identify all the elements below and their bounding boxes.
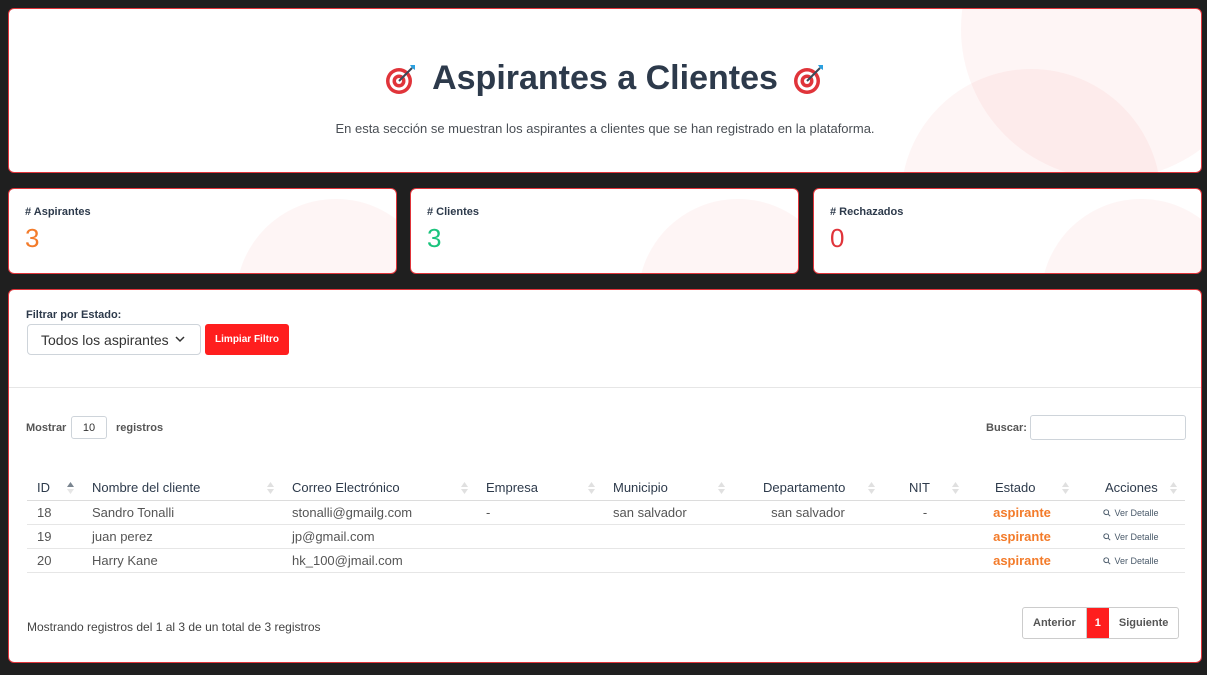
- cell-nit: [883, 548, 967, 573]
- cell-departamento: [733, 524, 883, 549]
- stat-value: 3: [25, 223, 40, 253]
- ver-detalle-link[interactable]: Ver Detalle: [1103, 507, 1159, 518]
- cell-nit: [883, 524, 967, 549]
- column-header-municipio[interactable]: Municipio: [603, 476, 733, 501]
- pagination-prev-button[interactable]: Anterior: [1023, 608, 1087, 638]
- column-header-acciones[interactable]: Acciones: [1077, 476, 1185, 501]
- sort-asc-icon: [67, 482, 74, 494]
- magnifier-icon: [1103, 556, 1112, 565]
- table-row: 19 juan perez jp@gmail.com aspirante Ver…: [27, 524, 1185, 549]
- column-header-nombre[interactable]: Nombre del cliente: [82, 476, 282, 501]
- table-header-row: ID Nombre del cliente Correo Electrónico…: [27, 476, 1185, 501]
- stat-label: # Aspirantes: [25, 206, 91, 218]
- cell-acciones: Ver Detalle: [1077, 500, 1185, 525]
- stat-label: # Clientes: [427, 206, 479, 218]
- column-header-estado[interactable]: Estado: [967, 476, 1077, 501]
- clear-filter-button[interactable]: Limpiar Filtro: [205, 324, 289, 355]
- stat-card-rechazados: # Rechazados 0: [813, 188, 1202, 274]
- column-header-id[interactable]: ID: [27, 476, 82, 501]
- page-length-select[interactable]: 10: [71, 416, 107, 439]
- cell-nombre: juan perez: [82, 524, 282, 549]
- stat-card-aspirantes: # Aspirantes 3: [8, 188, 397, 274]
- cell-correo: hk_100@jmail.com: [282, 548, 476, 573]
- cell-nombre: Sandro Tonalli: [82, 500, 282, 525]
- column-header-departamento[interactable]: Departamento: [733, 476, 883, 501]
- sort-arrows-icon: [461, 482, 468, 494]
- estado-filter-select[interactable]: Todos los aspirantes: [27, 324, 201, 355]
- stat-value: 0: [830, 223, 845, 253]
- stat-label: # Rechazados: [830, 206, 904, 218]
- sort-arrows-icon: [588, 482, 595, 494]
- cell-id: 20: [27, 548, 82, 573]
- cell-municipio: [603, 548, 733, 573]
- pagination-next-button[interactable]: Siguiente: [1109, 608, 1179, 638]
- cell-id: 18: [27, 500, 82, 525]
- decorative-shape: [638, 199, 798, 273]
- length-prefix: Mostrar: [26, 422, 67, 434]
- table-card: Filtrar por Estado: Todos los aspirantes…: [8, 289, 1202, 663]
- cell-acciones: Ver Detalle: [1077, 524, 1185, 549]
- page-title-row: Aspirantes a Clientes: [9, 59, 1201, 98]
- cell-acciones: Ver Detalle: [1077, 548, 1185, 573]
- header-card: Aspirantes a Clientes En esta sección se…: [8, 8, 1202, 173]
- ver-detalle-label: Ver Detalle: [1114, 555, 1159, 566]
- dart-target-icon: [793, 64, 823, 94]
- decorative-shape: [1041, 199, 1201, 273]
- ver-detalle-link[interactable]: Ver Detalle: [1103, 531, 1159, 542]
- cell-estado: aspirante: [967, 548, 1077, 573]
- cell-empresa: [476, 548, 603, 573]
- pagination: Anterior 1 Siguiente: [1022, 607, 1180, 639]
- table-info: Mostrando registros del 1 al 3 de un tot…: [27, 620, 321, 634]
- cell-estado: aspirante: [967, 524, 1077, 549]
- sort-arrows-icon: [718, 482, 725, 494]
- chevron-down-icon: [175, 336, 185, 343]
- search-label: Buscar:: [986, 422, 1027, 434]
- table-row: 18 Sandro Tonalli stonalli@gmailg.com - …: [27, 500, 1185, 525]
- divider: [9, 387, 1201, 388]
- cell-id: 19: [27, 524, 82, 549]
- column-header-nit[interactable]: NIT: [883, 476, 967, 501]
- cell-empresa: [476, 524, 603, 549]
- cell-nombre: Harry Kane: [82, 548, 282, 573]
- column-header-correo[interactable]: Correo Electrónico: [282, 476, 476, 501]
- sort-arrows-icon: [1062, 482, 1069, 494]
- sort-arrows-icon: [267, 482, 274, 494]
- search-input[interactable]: [1030, 415, 1186, 440]
- page-title: Aspirantes a Clientes: [432, 59, 778, 97]
- sort-arrows-icon: [868, 482, 875, 494]
- length-suffix: registros: [116, 422, 164, 434]
- page-subtitle: En esta sección se muestran los aspirant…: [335, 121, 875, 136]
- stat-value: 3: [427, 223, 442, 253]
- pagination-page-1[interactable]: 1: [1086, 608, 1109, 638]
- cell-empresa: -: [476, 500, 603, 525]
- decorative-shape: [236, 199, 396, 273]
- magnifier-icon: [1103, 532, 1112, 541]
- filter-label: Filtrar por Estado:: [26, 309, 122, 321]
- sort-arrows-icon: [952, 482, 959, 494]
- cell-municipio: [603, 524, 733, 549]
- column-header-empresa[interactable]: Empresa: [476, 476, 603, 501]
- cell-departamento: [733, 548, 883, 573]
- ver-detalle-label: Ver Detalle: [1114, 507, 1159, 518]
- cell-correo: jp@gmail.com: [282, 524, 476, 549]
- ver-detalle-label: Ver Detalle: [1114, 531, 1159, 542]
- stat-card-clientes: # Clientes 3: [410, 188, 799, 274]
- ver-detalle-link[interactable]: Ver Detalle: [1103, 555, 1159, 566]
- magnifier-icon: [1103, 508, 1112, 517]
- cell-departamento: san salvador: [733, 500, 883, 525]
- cell-correo: stonalli@gmailg.com: [282, 500, 476, 525]
- dart-target-icon: [386, 64, 416, 94]
- cell-municipio: san salvador: [603, 500, 733, 525]
- cell-estado: aspirante: [967, 500, 1077, 525]
- filter-selected-value: Todos los aspirantes: [41, 331, 169, 348]
- cell-nit: -: [883, 500, 967, 525]
- sort-arrows-icon: [1170, 482, 1177, 494]
- clients-table: ID Nombre del cliente Correo Electrónico…: [27, 476, 1185, 573]
- table-row: 20 Harry Kane hk_100@jmail.com aspirante…: [27, 548, 1185, 573]
